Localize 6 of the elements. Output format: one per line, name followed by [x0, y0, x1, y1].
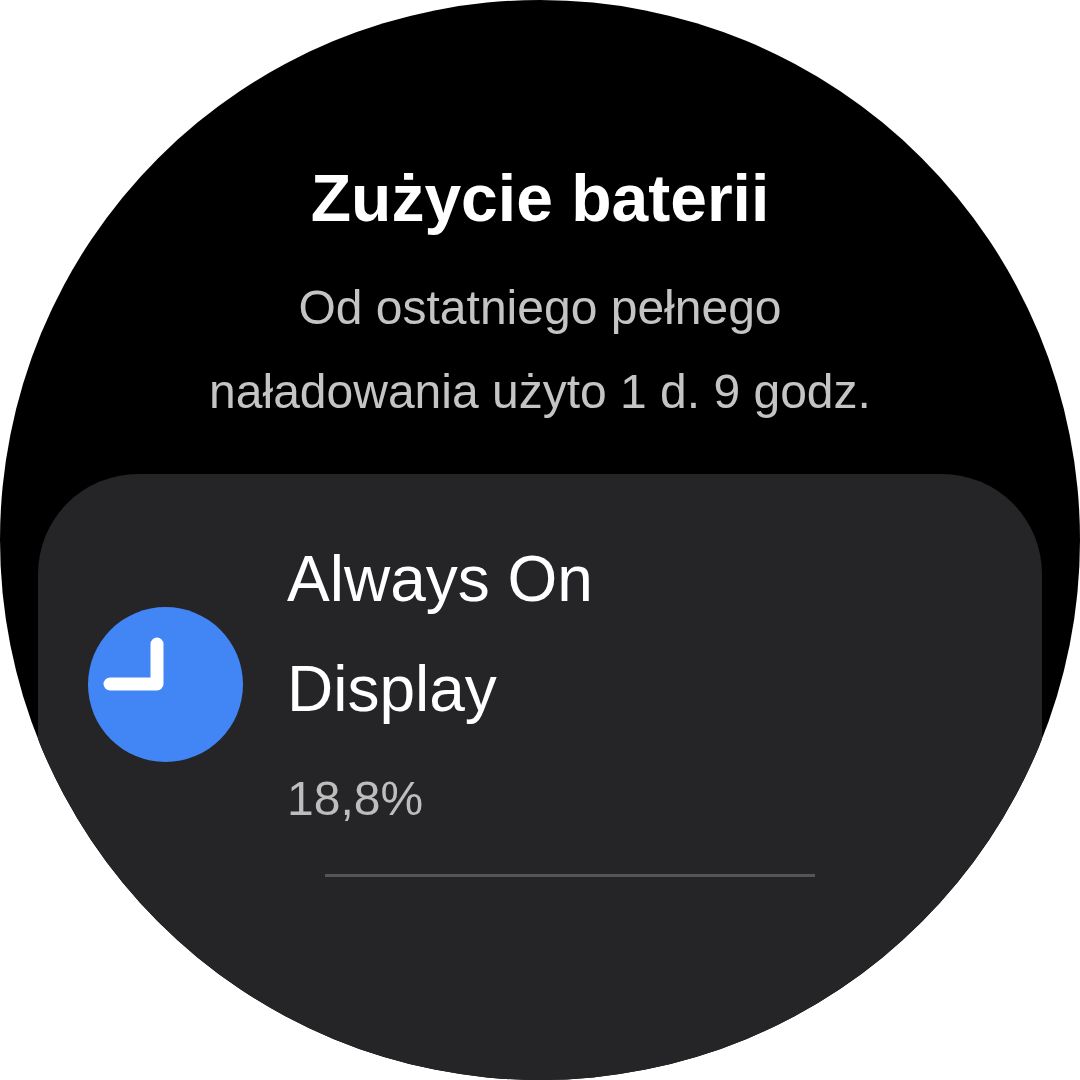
app-name: Always On Display [287, 542, 594, 727]
app-usage-item[interactable]: Always On Display 18,8% [38, 474, 1042, 874]
clock-icon [88, 606, 243, 762]
usage-summary: Od ostatniego pełnego naładowania użyto 1 d. 9 godz. [208, 280, 872, 420]
usage-percent: 18,8% [287, 771, 425, 827]
screen-title: Zużycie baterii [310, 160, 770, 237]
